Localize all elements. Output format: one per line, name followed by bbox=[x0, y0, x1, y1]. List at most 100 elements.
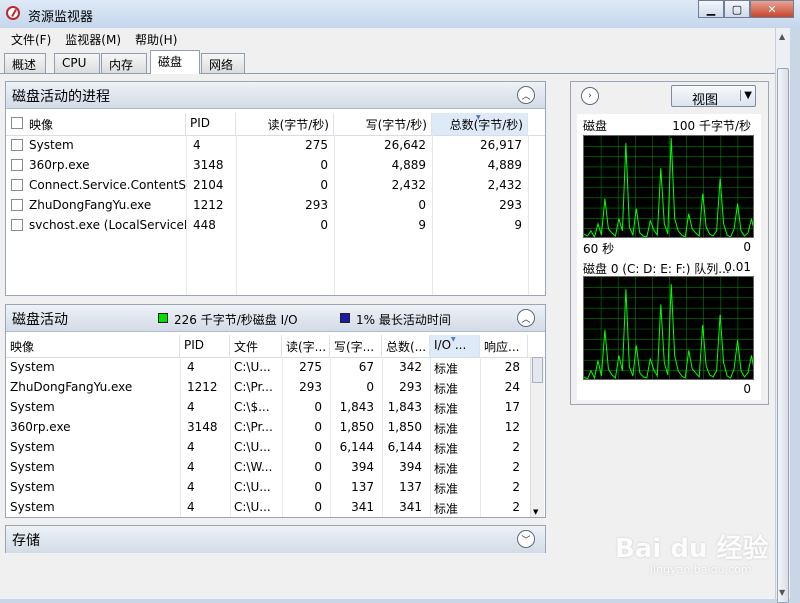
row-checkbox[interactable] bbox=[11, 219, 23, 231]
panel-title: 存储 bbox=[12, 533, 40, 549]
select-all-checkbox[interactable] bbox=[11, 117, 23, 129]
cell-total: 293 bbox=[399, 380, 422, 394]
cell-read: 0 bbox=[320, 178, 328, 192]
cell-total: 6,144 bbox=[387, 440, 422, 454]
cell-read: 0 bbox=[314, 400, 322, 414]
maximize-button[interactable]: ▢ bbox=[724, 0, 750, 18]
row-checkbox[interactable] bbox=[11, 179, 23, 191]
col-write[interactable]: 写(字节/秒) bbox=[334, 113, 432, 135]
cell-write: 67 bbox=[358, 360, 374, 374]
menu-help[interactable]: 帮助(H) bbox=[128, 31, 184, 48]
table-row[interactable]: System 4 C:\U... 0 137 137 标准 2 bbox=[6, 477, 545, 497]
tab-cpu[interactable]: CPU bbox=[54, 53, 100, 73]
cell-write: 394 bbox=[351, 460, 374, 474]
table-row[interactable]: 360rp.exe 3148 C:\Pr... 0 1,850 1,850 标准 12 bbox=[6, 417, 545, 437]
cell-pid: 4 bbox=[187, 400, 195, 414]
col-write[interactable]: 写(字... bbox=[330, 335, 382, 357]
cell-response: 2 bbox=[512, 480, 520, 494]
scroll-up-arrow-icon[interactable]: ▲ bbox=[779, 32, 785, 41]
cell-pid: 448 bbox=[193, 218, 216, 232]
table-row[interactable]: System 4 C:\U... 0 6,144 6,144 标准 2 bbox=[6, 437, 545, 457]
col-response[interactable]: 响应... bbox=[480, 335, 528, 357]
table-row[interactable]: ZhuDongFangYu.exe 1212 C:\Pr... 293 0 293 标准 24 bbox=[6, 377, 545, 397]
menu-file[interactable]: 文件(F) bbox=[4, 31, 58, 48]
tab-disk[interactable]: 磁盘 bbox=[150, 50, 200, 74]
row-checkbox[interactable] bbox=[11, 199, 23, 211]
collapse-chevron-icon[interactable]: ︿ bbox=[517, 86, 535, 104]
cell-image: ZhuDongFangYu.exe bbox=[29, 198, 152, 212]
table-row[interactable]: Connect.Service.ContentSer... 2104 0 2,4… bbox=[6, 175, 545, 195]
disk-processes-header[interactable]: 磁盘活动的进程 ︿ bbox=[6, 82, 545, 109]
expand-arrow-icon[interactable]: › bbox=[581, 87, 599, 105]
table-row[interactable]: System 4 C:\U... 275 67 342 标准 28 bbox=[6, 357, 545, 377]
table-row[interactable]: System 4 C:\W... 0 394 394 标准 2 bbox=[6, 457, 545, 477]
cell-read: 0 bbox=[314, 500, 322, 514]
graph2-title: 磁盘 0 (C: D: E: F:) 队列... bbox=[583, 262, 730, 276]
cell-read: 0 bbox=[320, 158, 328, 172]
row-checkbox[interactable] bbox=[11, 139, 23, 151]
tab-overview[interactable]: 概述 bbox=[4, 53, 46, 73]
window-scrollbar[interactable]: ▲ ▼ bbox=[775, 28, 790, 603]
col-image[interactable]: 映像 bbox=[25, 113, 186, 135]
table-row[interactable]: System 4 C:\$... 0 1,843 1,843 标准 17 bbox=[6, 397, 545, 417]
col-file[interactable]: 文件 bbox=[230, 335, 282, 357]
cell-write: 137 bbox=[351, 480, 374, 494]
col-pid[interactable]: PID bbox=[186, 113, 236, 135]
cell-read: 0 bbox=[314, 420, 322, 434]
tab-network[interactable]: 网络 bbox=[201, 53, 245, 73]
cell-response: 24 bbox=[504, 380, 520, 394]
window-scroll-thumb[interactable] bbox=[777, 68, 789, 603]
disk-activity-header[interactable]: 磁盘活动 226 千字节/秒磁盘 I/O 1% 最长活动时间 ︿ bbox=[6, 305, 545, 332]
col-read[interactable]: 读(字... bbox=[282, 335, 330, 357]
col-pid[interactable]: PID bbox=[180, 335, 230, 357]
col-total[interactable]: 总数(... bbox=[382, 335, 430, 357]
cell-image: ZhuDongFangYu.exe bbox=[10, 380, 133, 394]
watermark-url: jingyan.baidu.com bbox=[650, 563, 752, 576]
graph2-min: 0 bbox=[743, 382, 751, 396]
cell-response: 28 bbox=[504, 360, 520, 374]
close-button[interactable]: ✕ bbox=[750, 0, 794, 18]
cell-pid: 4 bbox=[187, 440, 195, 454]
sort-arrow-icon: ▼ bbox=[451, 336, 456, 343]
cell-write: 26,642 bbox=[384, 138, 426, 152]
graph1-title: 磁盘 bbox=[583, 119, 608, 133]
cell-write: 1,850 bbox=[339, 420, 374, 434]
resource-monitor-icon bbox=[6, 6, 20, 20]
col-read[interactable]: 读(字节/秒) bbox=[236, 113, 334, 135]
table-row[interactable]: ZhuDongFangYu.exe 1212 293 0 293 bbox=[6, 195, 545, 215]
collapse-chevron-icon[interactable]: ︿ bbox=[517, 309, 535, 327]
disk-processes-panel: 磁盘活动的进程 ︿ 映像 PID 读(字节/秒) 写(字节/秒) 总数(字节/秒… bbox=[5, 81, 546, 296]
scroll-down-arrow-icon[interactable]: ▼ bbox=[533, 508, 538, 516]
cell-read: 0 bbox=[314, 480, 322, 494]
cell-write: 6,144 bbox=[339, 440, 374, 454]
menu-monitor[interactable]: 监视器(M) bbox=[58, 31, 128, 48]
scroll-thumb[interactable] bbox=[532, 357, 543, 383]
active-time-label: 1% 最长活动时间 bbox=[356, 313, 451, 327]
cell-io-priority: 标准 bbox=[434, 482, 459, 496]
cell-file: C:\U... bbox=[234, 440, 271, 454]
table-row[interactable]: svchost.exe (LocalServiceN... 448 0 9 9 bbox=[6, 215, 545, 235]
expand-chevron-icon[interactable]: ﹀ bbox=[517, 530, 535, 548]
dropdown-arrow-icon[interactable]: ▼ bbox=[740, 90, 752, 101]
side-toolbar: › 视图 ▼ bbox=[571, 82, 768, 110]
cell-read: 0 bbox=[320, 218, 328, 232]
table-row[interactable]: System 4 C:\U... 0 341 341 标准 2 bbox=[6, 497, 545, 517]
cell-response: 17 bbox=[504, 400, 520, 414]
cell-total: 341 bbox=[399, 500, 422, 514]
table-row[interactable]: System 4 275 26,642 26,917 bbox=[6, 135, 545, 155]
activity-scrollbar[interactable]: ▼ bbox=[530, 357, 544, 517]
table-row[interactable]: 360rp.exe 3148 0 4,889 4,889 bbox=[6, 155, 545, 175]
cell-write: 341 bbox=[351, 500, 374, 514]
view-dropdown[interactable]: 视图 ▼ bbox=[671, 85, 756, 108]
cell-io-priority: 标准 bbox=[434, 402, 459, 416]
cell-pid: 4 bbox=[187, 360, 195, 374]
minimize-button[interactable]: ▁ bbox=[698, 0, 724, 18]
storage-header[interactable]: 存储 ﹀ bbox=[6, 526, 545, 553]
cell-write: 0 bbox=[366, 380, 374, 394]
tab-memory[interactable]: 内存 bbox=[101, 53, 147, 73]
col-image[interactable]: 映像 bbox=[6, 335, 180, 357]
row-checkbox[interactable] bbox=[11, 159, 23, 171]
cell-io-priority: 标准 bbox=[434, 382, 459, 396]
scroll-down-arrow-icon[interactable]: ▼ bbox=[779, 588, 785, 597]
cell-image: System bbox=[10, 360, 55, 374]
